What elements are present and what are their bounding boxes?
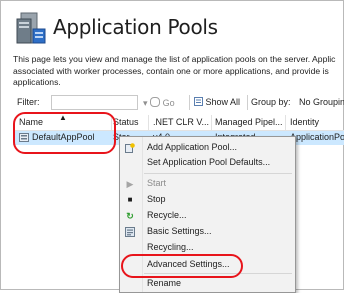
add-app-pool-icon [125, 143, 135, 153]
column-divider[interactable] [148, 115, 149, 130]
basic-settings-icon [125, 227, 135, 237]
menu-item-recycling[interactable]: Recycling... [120, 240, 295, 255]
filter-label: Filter: [17, 97, 40, 107]
funnel-icon: ▾ [143, 98, 148, 108]
application-pools-icon [16, 12, 46, 44]
column-header-clr[interactable]: .NET CLR V... [153, 117, 209, 127]
iis-manager-panel: Application Pools This page lets you vie… [0, 0, 344, 293]
column-header-identity[interactable]: Identity [290, 117, 319, 127]
description-line: This page lets you view and manage the l… [13, 54, 336, 64]
menu-item-label: Recycling... [147, 242, 194, 252]
page-title: Application Pools [53, 15, 218, 39]
menu-item-label: Rename [147, 278, 182, 288]
menu-item-label: Add Application Pool... [147, 142, 238, 152]
menu-item-rename[interactable]: Rename [120, 276, 295, 291]
page-description: This page lets you view and manage the l… [13, 54, 344, 89]
menu-item-label: Stop [147, 194, 166, 204]
recycle-icon: ↻ [126, 211, 134, 221]
menu-item-start[interactable]: ▶ Start [120, 176, 295, 191]
menu-item-label: Set Application Pool Defaults... [147, 157, 271, 167]
highlight-oval-default-app-pool [13, 112, 116, 154]
column-header-status[interactable]: Status [113, 117, 139, 127]
menu-item-label: Basic Settings... [147, 226, 212, 236]
menu-item-label: Start [147, 178, 167, 188]
column-header-pipeline[interactable]: Managed Pipel... [215, 117, 283, 127]
menu-item-basic-settings[interactable]: Basic Settings... [120, 224, 295, 239]
menu-item-set-defaults[interactable]: Set Application Pool Defaults... [120, 155, 295, 170]
column-divider[interactable] [211, 115, 212, 130]
column-divider[interactable] [285, 115, 286, 130]
menu-separator [144, 173, 292, 174]
description-line: applications. [13, 77, 61, 87]
toolbar-separator [189, 95, 190, 110]
menu-item-label: Recycle... [147, 210, 187, 220]
group-by-label: Group by: [251, 97, 291, 107]
filter-input[interactable] [51, 95, 138, 110]
stop-icon: ■ [127, 195, 133, 204]
menu-item-recycle[interactable]: ↻ Recycle... [120, 208, 295, 223]
filter-toolbar: Filter: ▾ Go Show All Group by: No Group… [13, 94, 344, 111]
menu-item-stop[interactable]: ■ Stop [120, 192, 295, 207]
show-all-button[interactable]: Show All [194, 97, 240, 107]
show-all-icon [194, 97, 203, 106]
pool-identity: ApplicationPool [290, 132, 344, 142]
go-button[interactable]: ▾ Go [143, 97, 175, 109]
highlight-oval-advanced-settings [121, 254, 243, 278]
toolbar-separator [247, 95, 248, 110]
group-by-select[interactable]: No Grouping [299, 97, 344, 107]
menu-item-add-application-pool[interactable]: Add Application Pool... [120, 140, 295, 155]
description-line: associated with worker processes, contai… [13, 65, 329, 76]
go-icon [150, 97, 161, 107]
start-icon: ▶ [126, 179, 134, 189]
